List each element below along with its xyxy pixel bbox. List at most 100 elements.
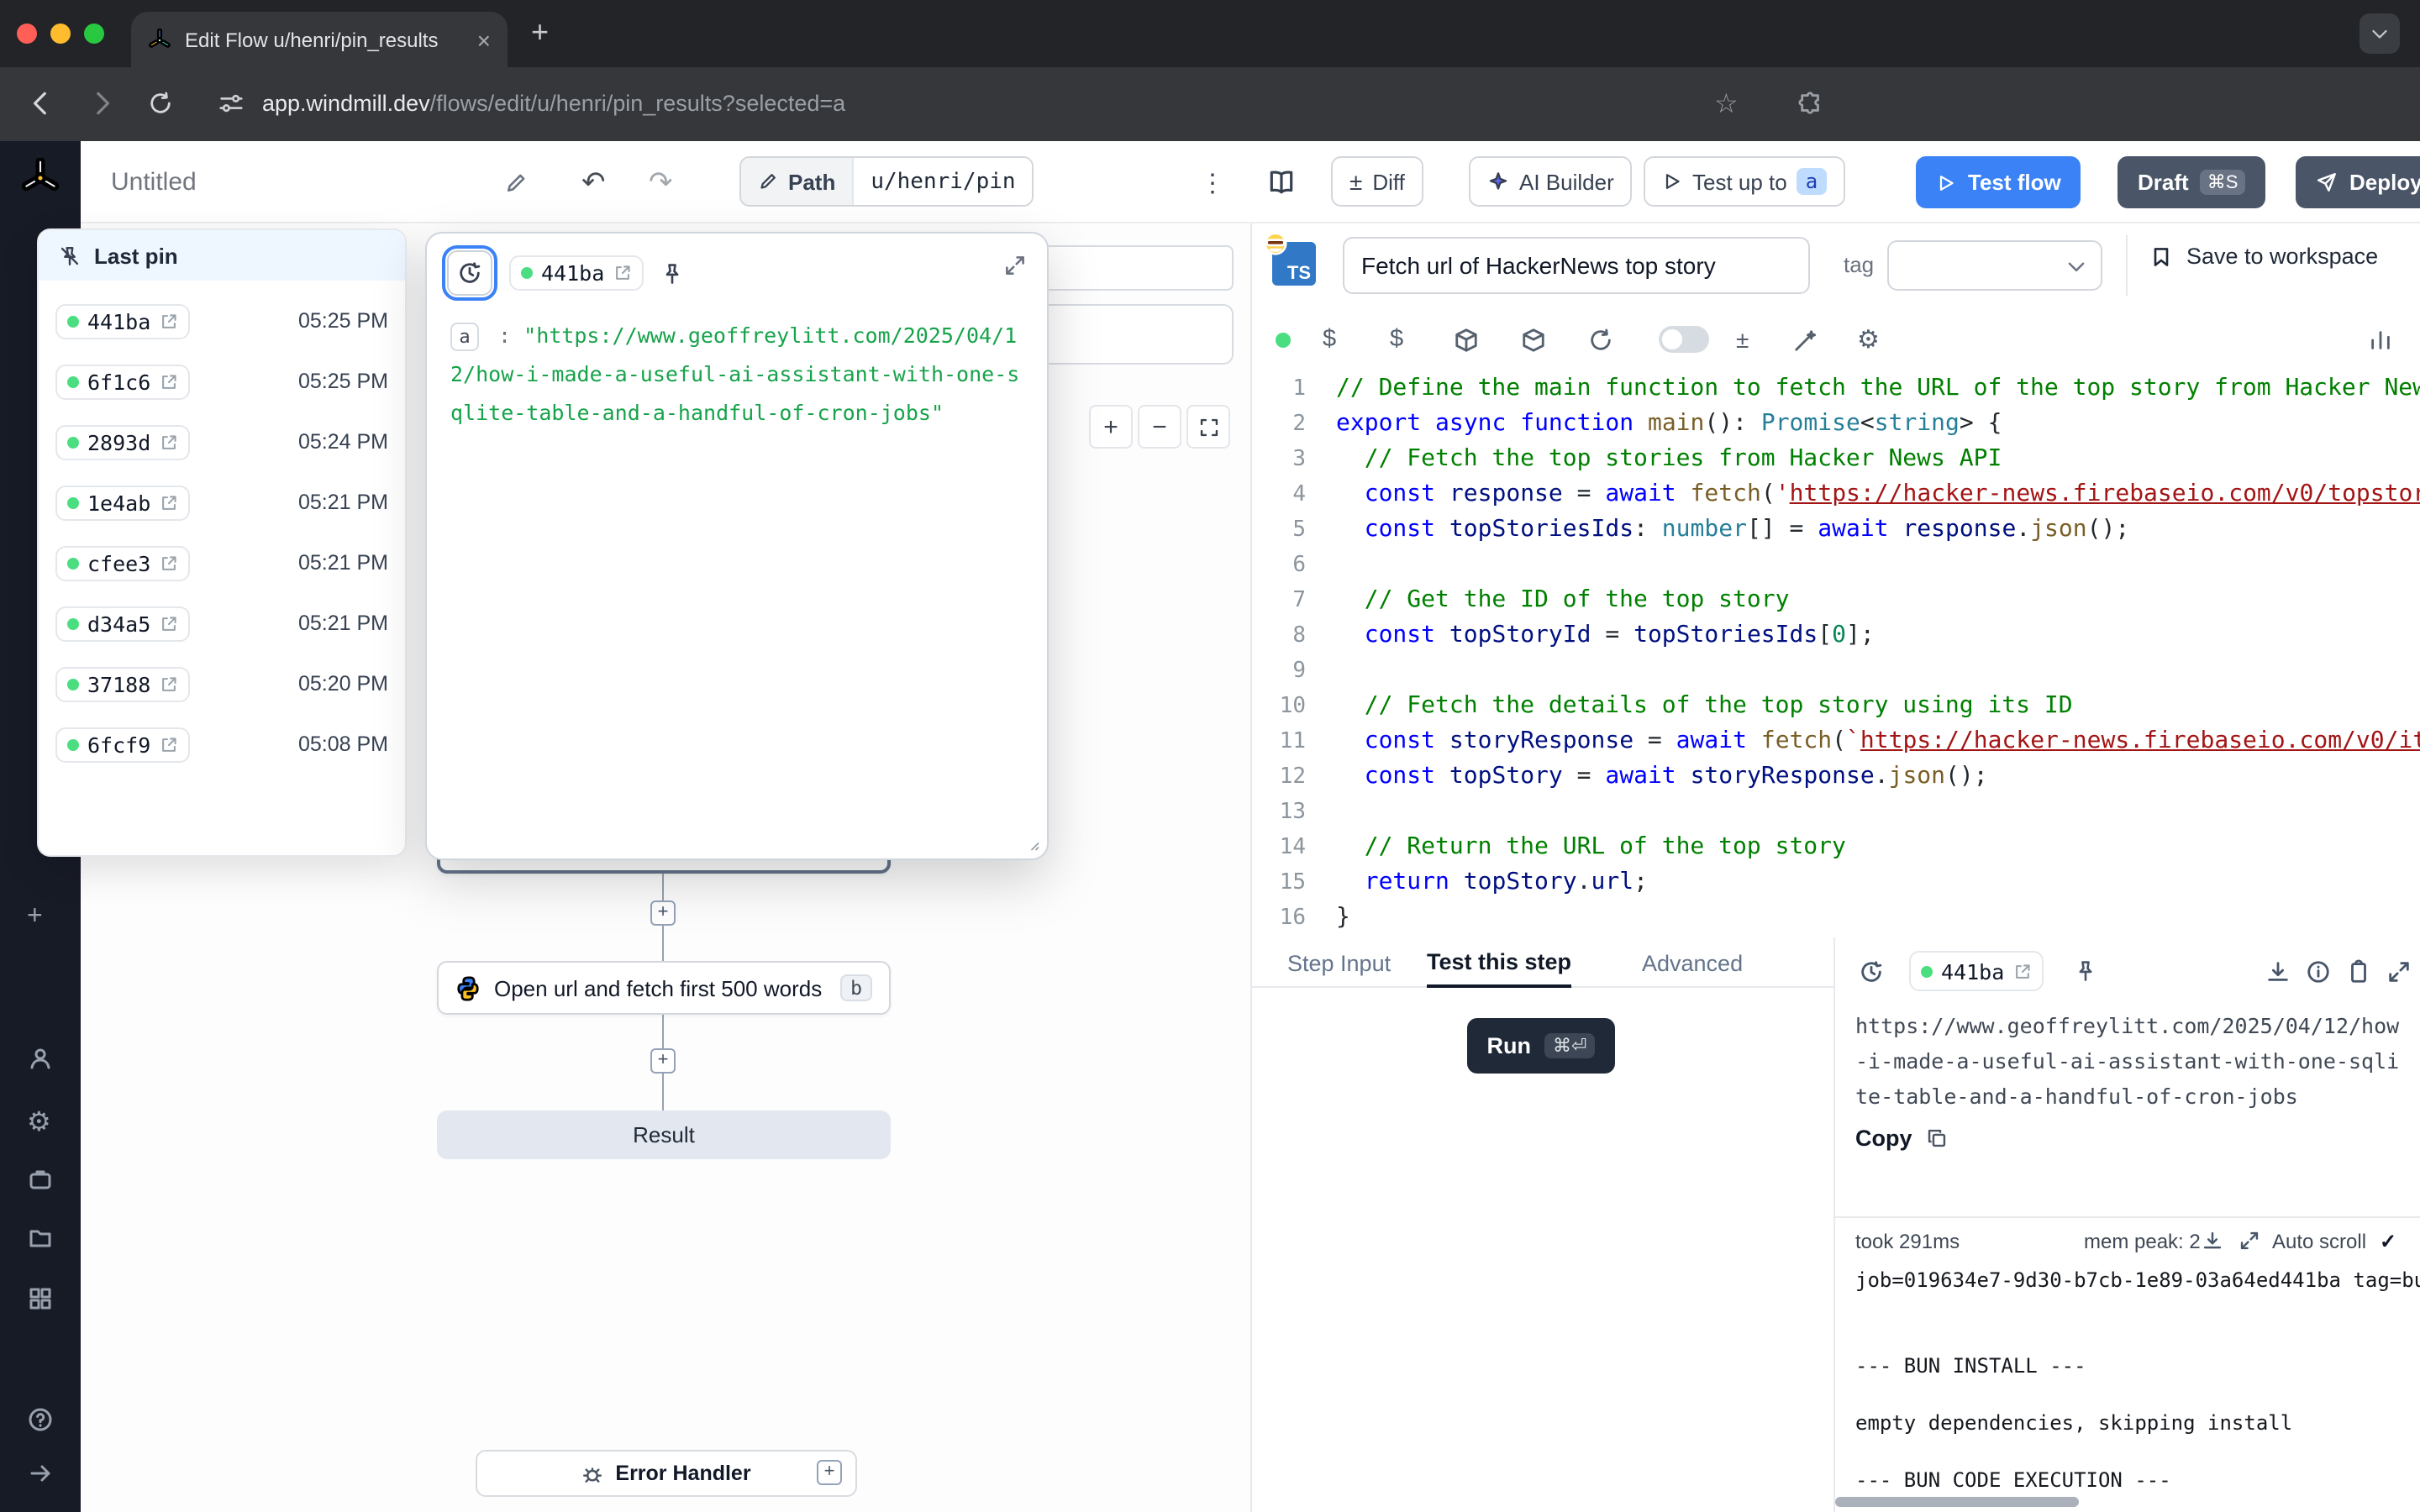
package-icon[interactable] [1454, 319, 1479, 360]
pin-list-item[interactable]: cfee3 05:21 PM [39, 533, 405, 593]
variables-icon[interactable]: $ [1323, 319, 1336, 360]
apps-grid-icon[interactable] [27, 1285, 54, 1312]
copy-button[interactable]: Copy [1855, 1126, 1948, 1151]
popup-run-badge[interactable]: 441ba [509, 255, 643, 291]
pin-run-badge[interactable]: 441ba [55, 303, 189, 339]
pin-run-badge[interactable]: cfee3 [55, 545, 189, 580]
ai-builder-button[interactable]: AI Builder [1469, 156, 1633, 207]
reload-button[interactable] [148, 91, 173, 116]
insert-step-button[interactable]: + [650, 900, 676, 926]
edit-title-pencil-icon[interactable] [504, 156, 528, 208]
info-icon[interactable] [2306, 951, 2331, 991]
popup-json-viewer[interactable]: a : "https://www.geoffreylitt.com/2025/0… [427, 302, 1047, 445]
test-up-to-button[interactable]: Test up to a [1644, 156, 1844, 207]
result-value[interactable]: https://www.geoffreylitt.com/2025/04/12/… [1855, 1008, 2402, 1114]
assistant-panel-icon[interactable] [2368, 319, 2393, 360]
code-editor[interactable]: 12345678910111213141516 // Define the ma… [1252, 361, 2420, 937]
clipboard-icon[interactable] [2346, 951, 2371, 991]
pin-list-item[interactable]: 37188 05:20 PM [39, 654, 405, 714]
browser-tab[interactable]: Edit Flow u/henri/pin_results × [131, 12, 508, 67]
external-link-icon[interactable] [159, 675, 177, 693]
window-close-button[interactable] [17, 24, 37, 44]
url-bar[interactable]: app.windmill.dev/flows/edit/u/henri/pin_… [262, 91, 845, 116]
site-settings-icon[interactable] [218, 91, 244, 116]
resources-icon[interactable]: $ [1390, 319, 1403, 360]
windmill-logo-icon[interactable] [20, 158, 60, 198]
step-title-input[interactable] [1343, 237, 1810, 294]
extensions-puzzle-icon[interactable] [1798, 91, 1823, 116]
flow-node-step-b[interactable]: Open url and fetch first 500 words of ..… [437, 961, 891, 1015]
diff-button[interactable]: ± Diff [1331, 156, 1423, 207]
flow-title[interactable]: Untitled [111, 156, 197, 208]
download-icon[interactable] [2265, 951, 2291, 991]
log-lines[interactable]: job=019634e7-9d30-b7cb-1e89-03a64ed441ba… [1855, 1267, 2420, 1495]
more-options-icon[interactable]: ⋮ [1200, 156, 1225, 208]
ai-wand-icon[interactable] [1793, 319, 1818, 360]
pin-run-badge[interactable]: 6fcf9 [55, 727, 189, 762]
external-link-icon[interactable] [159, 614, 177, 633]
external-link-icon[interactable] [159, 554, 177, 572]
horizontal-scrollbar[interactable] [1835, 1497, 2079, 1507]
workspace-briefcase-icon[interactable] [27, 1166, 54, 1193]
external-link-icon[interactable] [159, 312, 177, 330]
add-error-handler-button[interactable]: + [817, 1460, 842, 1485]
zoom-out-button[interactable]: − [1138, 405, 1181, 449]
editor-code[interactable]: // Define the main function to fetch the… [1336, 371, 2420, 936]
external-link-icon[interactable] [159, 433, 177, 451]
path-control[interactable]: Path u/henri/pin [739, 156, 1034, 207]
pin-run-badge[interactable]: 6f1c6 [55, 364, 189, 399]
path-value[interactable]: u/henri/pin [852, 158, 1032, 205]
settings-gear-icon[interactable]: ⚙ [27, 1105, 51, 1139]
window-zoom-button[interactable] [84, 24, 104, 44]
save-to-workspace-button[interactable]: Save to workspace [2149, 244, 2378, 269]
package-lock-icon[interactable] [1521, 319, 1546, 360]
external-link-icon[interactable] [613, 264, 631, 282]
pin-list-item[interactable]: d34a5 05:21 PM [39, 593, 405, 654]
log-expand-icon[interactable] [2238, 1230, 2260, 1252]
tab-test-this-step[interactable]: Test this step [1427, 937, 1571, 988]
insert-step-button[interactable]: + [650, 1048, 676, 1074]
pin-icon[interactable] [660, 261, 683, 285]
fit-view-button[interactable] [1186, 405, 1230, 449]
expand-icon[interactable] [1003, 254, 1027, 277]
deploy-button[interactable]: Deploy [2296, 156, 2420, 208]
reset-icon[interactable] [1588, 319, 1613, 360]
docs-book-icon[interactable] [1267, 156, 1296, 208]
redo-button[interactable]: ↷ [649, 156, 673, 208]
history-icon[interactable] [1859, 951, 1884, 991]
help-question-icon[interactable] [27, 1406, 54, 1433]
pin-list-item[interactable]: 6f1c6 05:25 PM [39, 351, 405, 412]
external-link-icon[interactable] [159, 735, 177, 753]
sidebar-add-button[interactable]: + [27, 902, 43, 932]
pin-icon[interactable] [2074, 951, 2097, 991]
tab-close-icon[interactable]: × [477, 28, 491, 51]
pin-list-item[interactable]: 6fcf9 05:08 PM [39, 714, 405, 774]
folders-icon[interactable] [27, 1225, 54, 1252]
pin-run-badge[interactable]: d34a5 [55, 606, 189, 641]
history-button[interactable] [447, 250, 492, 296]
error-handler-node[interactable]: Error Handler [476, 1450, 857, 1497]
run-button[interactable]: Run ⌘⏎ [1467, 1018, 1615, 1074]
user-icon[interactable] [27, 1045, 54, 1072]
draft-button[interactable]: Draft ⌘S [2118, 156, 2265, 208]
expand-icon[interactable] [2386, 951, 2412, 991]
resize-handle[interactable] [1023, 835, 1040, 852]
bookmark-star-icon[interactable]: ☆ [1714, 87, 1739, 121]
diff-icon[interactable]: ± [1736, 319, 1749, 360]
tab-search-button[interactable] [2360, 13, 2400, 54]
external-link-icon[interactable] [159, 372, 177, 391]
pin-list-item[interactable]: 2893d 05:24 PM [39, 412, 405, 472]
back-button[interactable] [27, 89, 55, 118]
test-flow-button[interactable]: Test flow [1916, 156, 2081, 208]
pin-run-badge[interactable]: 37188 [55, 666, 189, 701]
pin-run-badge[interactable]: 2893d [55, 424, 189, 459]
external-link-icon[interactable] [159, 493, 177, 512]
result-run-badge[interactable]: 441ba [1909, 951, 2043, 991]
autoscroll-checkbox[interactable]: ✓ [2380, 1230, 2396, 1253]
undo-button[interactable]: ↶ [581, 156, 606, 208]
path-segment[interactable]: Path [741, 158, 852, 205]
window-minimize-button[interactable] [50, 24, 71, 44]
log-download-icon[interactable] [2202, 1230, 2223, 1252]
new-tab-button[interactable]: + [531, 15, 549, 50]
tab-advanced[interactable]: Advanced [1642, 937, 1743, 988]
